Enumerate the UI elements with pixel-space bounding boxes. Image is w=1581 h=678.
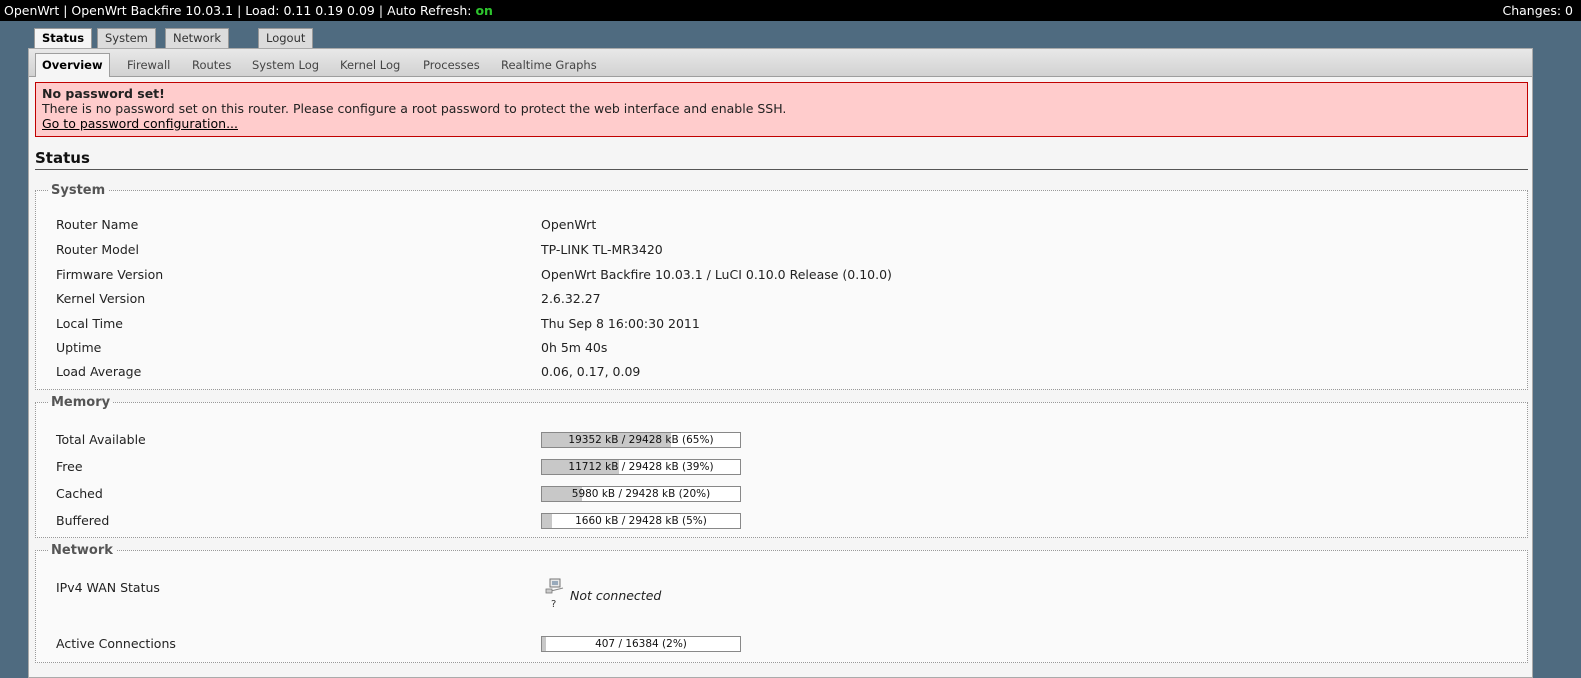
- active-connections-text: 407 / 16384 (2%): [595, 638, 687, 650]
- router-model-value: TP-LINK TL-MR3420: [541, 242, 663, 257]
- network-unknown-icon: ?: [545, 578, 564, 610]
- free-label: Free: [56, 459, 83, 474]
- network-section: Network IPv4 WAN Status ? Not connected …: [35, 543, 1528, 663]
- buffered-bar: 1660 kB / 29428 kB (5%): [541, 513, 741, 529]
- firmware-name: OpenWrt Backfire 10.03.1: [71, 3, 234, 18]
- tab-system[interactable]: System: [97, 28, 156, 49]
- load-label: Load:: [245, 3, 280, 18]
- uptime-label: Uptime: [56, 340, 102, 355]
- system-section: System Router Name OpenWrt Router Model …: [35, 183, 1528, 390]
- password-warning: No password set! There is no password se…: [35, 82, 1528, 137]
- local-time-value: Thu Sep 8 16:00:30 2011: [541, 316, 700, 331]
- buffered-text: 1660 kB / 29428 kB (5%): [575, 515, 707, 527]
- uptime-value: 0h 5m 40s: [541, 340, 608, 355]
- subtab-system-log[interactable]: System Log: [246, 54, 325, 76]
- free-text: 11712 kB / 29428 kB (39%): [568, 461, 714, 473]
- content-panel: Overview Firewall Routes System Log Kern…: [28, 48, 1533, 678]
- memory-legend: Memory: [51, 395, 111, 410]
- router-name-label: Router Name: [56, 217, 139, 232]
- auto-refresh-label: Auto Refresh:: [387, 3, 472, 18]
- tab-status[interactable]: Status: [34, 28, 93, 50]
- password-config-link[interactable]: Go to password configuration...: [42, 116, 238, 131]
- subtab-overview[interactable]: Overview: [35, 53, 110, 77]
- tab-logout[interactable]: Logout: [258, 28, 314, 49]
- free-bar: 11712 kB / 29428 kB (39%): [541, 459, 741, 475]
- subtab-realtime-graphs[interactable]: Realtime Graphs: [495, 54, 603, 76]
- active-connections-bar: 407 / 16384 (2%): [541, 636, 741, 652]
- sub-tabs: Overview Firewall Routes System Log Kern…: [29, 49, 1532, 77]
- wan-status-label: IPv4 WAN Status: [56, 580, 160, 595]
- system-row: Load Average 0.06, 0.17, 0.09: [56, 362, 1527, 382]
- local-time-label: Local Time: [56, 316, 123, 331]
- system-row: Firmware Version OpenWrt Backfire 10.03.…: [56, 265, 1527, 285]
- hostname: OpenWrt: [4, 3, 60, 18]
- wan-status-row: IPv4 WAN Status ? Not connected: [56, 578, 1527, 618]
- system-row: Router Model TP-LINK TL-MR3420: [56, 240, 1527, 260]
- total-available-label: Total Available: [56, 432, 146, 447]
- firmware-version-label: Firmware Version: [56, 267, 164, 282]
- buffered-label: Buffered: [56, 513, 110, 528]
- svg-text:?: ?: [551, 599, 556, 610]
- load-average-value: 0.06, 0.17, 0.09: [541, 364, 641, 379]
- cached-text: 5980 kB / 29428 kB (20%): [571, 488, 711, 500]
- firmware-version-value: OpenWrt Backfire 10.03.1 / LuCI 0.10.0 R…: [541, 267, 892, 282]
- system-legend: System: [51, 183, 106, 198]
- memory-row: Cached 5980 kB / 29428 kB (20%): [56, 484, 1527, 504]
- wan-status-value: Not connected: [570, 588, 662, 603]
- kernel-version-label: Kernel Version: [56, 291, 146, 306]
- system-row: Router Name OpenWrt: [56, 215, 1527, 235]
- total-available-text: 19352 kB / 29428 kB (65%): [568, 434, 714, 446]
- memory-row: Free 11712 kB / 29428 kB (39%): [56, 457, 1527, 477]
- system-row: Uptime 0h 5m 40s: [56, 338, 1527, 358]
- active-connections-row: Active Connections 407 / 16384 (2%): [56, 634, 1527, 654]
- memory-row: Total Available 19352 kB / 29428 kB (65%…: [56, 430, 1527, 450]
- top-status-bar: OpenWrt | OpenWrt Backfire 10.03.1 | Loa…: [0, 0, 1581, 21]
- total-available-bar: 19352 kB / 29428 kB (65%): [541, 432, 741, 448]
- subtab-routes[interactable]: Routes: [186, 54, 237, 76]
- cached-label: Cached: [56, 486, 103, 501]
- auto-refresh-toggle[interactable]: on: [475, 3, 493, 18]
- page-title: Status: [35, 149, 1528, 170]
- active-connections-label: Active Connections: [56, 636, 176, 651]
- subtab-kernel-log[interactable]: Kernel Log: [334, 54, 406, 76]
- network-legend: Network: [51, 543, 113, 558]
- load-average-label: Load Average: [56, 364, 142, 379]
- router-name-value: OpenWrt: [541, 217, 597, 232]
- subtab-processes[interactable]: Processes: [417, 54, 486, 76]
- tab-network[interactable]: Network: [165, 28, 230, 49]
- subtab-firewall[interactable]: Firewall: [121, 54, 176, 76]
- system-row: Local Time Thu Sep 8 16:00:30 2011: [56, 314, 1527, 334]
- system-row: Kernel Version 2.6.32.27: [56, 289, 1527, 309]
- changes-counter[interactable]: Changes: 0: [1502, 0, 1573, 21]
- alert-message: There is no password set on this router.…: [42, 101, 787, 116]
- alert-title: No password set!: [42, 86, 165, 101]
- kernel-version-value: 2.6.32.27: [541, 291, 601, 306]
- memory-section: Memory Total Available 19352 kB / 29428 …: [35, 395, 1528, 538]
- cached-bar: 5980 kB / 29428 kB (20%): [541, 486, 741, 502]
- memory-row: Buffered 1660 kB / 29428 kB (5%): [56, 511, 1527, 531]
- router-model-label: Router Model: [56, 242, 139, 257]
- load-value: 0.11 0.19 0.09: [283, 3, 375, 18]
